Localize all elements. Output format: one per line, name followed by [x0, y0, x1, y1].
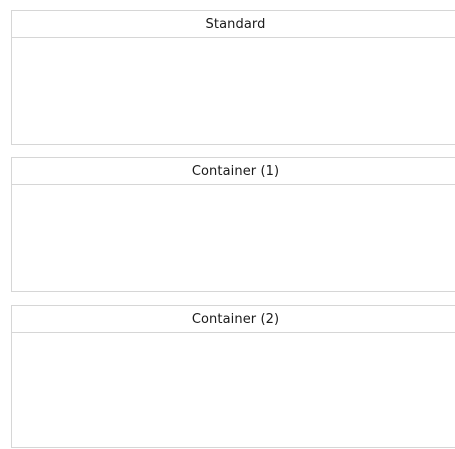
container-1-panel-title: Container (1) [191, 163, 280, 179]
container-1-panel-body [12, 185, 455, 291]
standard-panel: Standard [11, 10, 455, 145]
container-1-panel: Container (1) [11, 157, 455, 292]
container-2-panel-title: Container (2) [191, 311, 280, 327]
container-2-panel: Container (2) [11, 305, 455, 448]
container-2-panel-header: Container (2) [12, 306, 455, 333]
standard-panel-body [12, 38, 455, 144]
standard-panel-title: Standard [205, 16, 266, 32]
container-1-panel-header: Container (1) [12, 158, 455, 185]
standard-panel-header: Standard [12, 11, 455, 38]
container-2-panel-body [12, 333, 455, 447]
